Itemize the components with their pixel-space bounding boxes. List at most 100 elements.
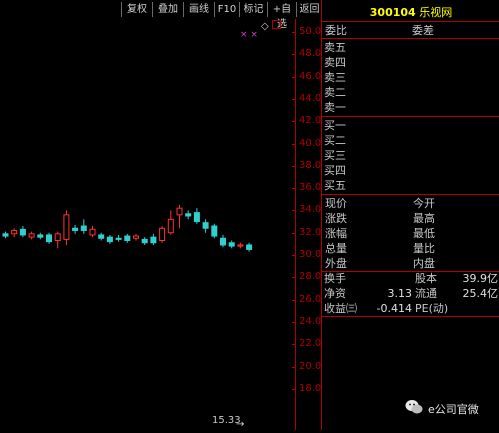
price-tick-label: 42.00 [299, 115, 328, 127]
price-tick-mark [292, 121, 296, 123]
change-label: 涨跌 [325, 212, 347, 225]
buy-5-label: 买五 [324, 179, 346, 192]
price-tick-label: 40.00 [299, 137, 328, 149]
divider [322, 194, 499, 195]
candle-down [193, 212, 200, 223]
price-tick-mark [292, 344, 296, 346]
price-tick-mark [292, 188, 296, 190]
current-price-label: 现价 [325, 197, 347, 210]
price-axis: 50.00 48.00 46.00 44.00 42.00 40.00 38.00 36.00… [292, 19, 328, 430]
chart-toolbar: 复权 叠加 画线 F10 标记 +自选 返回 [0, 0, 323, 30]
weibi-label: 委比 [325, 24, 347, 37]
price-tick-mark [292, 321, 296, 323]
candle-down [246, 244, 253, 250]
divider [322, 116, 499, 117]
stock-header: 300104 乐视网 [322, 4, 499, 20]
price-tick-label: 44.00 [299, 92, 328, 104]
sell-1-label: 卖一 [324, 101, 346, 114]
stock-code: 300104 [369, 6, 416, 19]
sell-2-label: 卖二 [324, 86, 346, 99]
divider [322, 21, 499, 22]
earnings-label: 收益㈢ [324, 302, 357, 315]
candle-down [19, 228, 26, 236]
restore-rights-button[interactable]: 复权 [121, 2, 152, 17]
share-capital-value: 39.9亿 [462, 272, 499, 285]
candle-down [37, 234, 44, 238]
price-tick-mark [292, 277, 296, 279]
price-tick-label: 28.00 [299, 271, 328, 283]
chart-canvas [2, 204, 253, 252]
candle-down [202, 222, 209, 229]
price-tick-label: 50.00 [299, 26, 328, 37]
high-label: 最高 [413, 212, 435, 225]
earnings-value: -0.414 [376, 302, 412, 315]
price-tick-label: 22.00 [299, 338, 328, 350]
pe-label: PE(动) [415, 302, 449, 315]
candle-down [98, 234, 105, 239]
price-tick-mark [292, 98, 296, 100]
candle-down [211, 225, 218, 237]
candle-up [11, 229, 18, 235]
price-tick-mark [292, 299, 296, 301]
float-shares-value: 25.4亿 [462, 287, 499, 300]
candle-up [89, 228, 96, 236]
price-tick-mark [292, 76, 296, 78]
buy-2-label: 买二 [324, 134, 346, 147]
candle-down [220, 237, 226, 246]
back-button[interactable]: 返回 [296, 2, 323, 17]
candle-down [228, 242, 235, 247]
candle-up [133, 235, 139, 239]
turnover-label: 换手 [324, 272, 346, 285]
quote-panel: 300104 乐视网 委比 委差 卖五 卖四 卖三 卖二 卖一 买一 买二 买三… [321, 0, 499, 430]
diamond-icon: ◇ [261, 21, 269, 32]
price-tick-mark [292, 143, 296, 145]
candle-up [237, 244, 244, 247]
price-tick-label: 38.00 [299, 159, 328, 171]
sell-5-label: 卖五 [324, 41, 346, 54]
brand-watermark: e公司官微 [428, 403, 479, 416]
box-marker-icon [272, 20, 281, 29]
candle-down [141, 238, 148, 244]
candle-down [185, 213, 192, 217]
marker-x-icon: × × [240, 30, 258, 40]
mark-button[interactable]: 标记 [239, 2, 267, 17]
net-assets-value: 3.13 [387, 287, 413, 300]
price-tick-label: 30.00 [299, 249, 328, 260]
price-tick-label: 24.00 [299, 315, 328, 327]
price-tick-mark [292, 255, 296, 256]
price-tick-mark [292, 54, 296, 56]
candle-down [115, 237, 122, 240]
price-tick-mark [292, 210, 296, 212]
price-tick-label: 26.00 [299, 293, 328, 305]
overlay-button[interactable]: 叠加 [152, 2, 183, 17]
divider [322, 38, 499, 39]
float-shares-label: 流通 [415, 287, 437, 300]
candle-up [63, 214, 70, 240]
candlestick-chart[interactable]: 15.33 → × × ◇ [0, 19, 295, 430]
divider [322, 316, 499, 317]
sell-4-label: 卖四 [324, 56, 346, 69]
buy-1-label: 买一 [324, 119, 346, 132]
f10-button[interactable]: F10 [214, 2, 239, 17]
price-tick-label: 34.00 [299, 204, 328, 216]
outer-volume-label: 外盘 [325, 257, 347, 270]
price-tick-label: 18.00 [299, 382, 328, 394]
candle-up [176, 207, 183, 216]
total-volume-label: 总量 [325, 242, 347, 255]
draw-line-button[interactable]: 画线 [183, 2, 214, 17]
add-favorite-button[interactable]: +自选 [267, 2, 296, 30]
open-label: 今开 [413, 197, 435, 210]
candle-up [28, 233, 35, 238]
candle-up [54, 233, 61, 242]
inner-volume-label: 内盘 [413, 257, 435, 270]
price-tick-label: 36.00 [299, 182, 328, 194]
candle-down [106, 236, 113, 243]
price-tick-label: 20.00 [299, 360, 328, 372]
share-capital-label: 股本 [415, 272, 437, 285]
buy-4-label: 买四 [324, 164, 346, 177]
candle-down [2, 233, 9, 237]
price-tick-mark [292, 366, 296, 368]
sell-3-label: 卖三 [324, 71, 346, 84]
price-tick-label: 32.00 [299, 226, 328, 238]
price-tick-label: 46.00 [299, 70, 328, 82]
